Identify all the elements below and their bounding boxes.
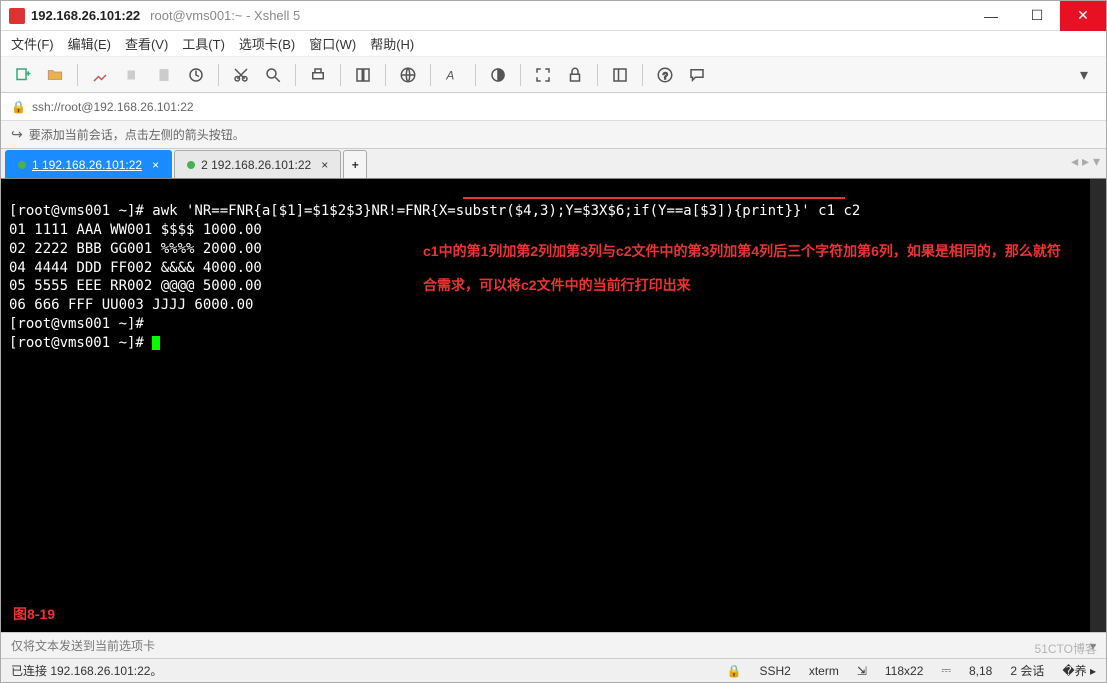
paste-icon[interactable] xyxy=(150,61,178,89)
status-dot-icon xyxy=(18,161,26,169)
terminal-line: 05 5555 EEE RR002 @@@@ 5000.00 xyxy=(9,278,262,294)
terminal-line: 06 666 FFF UU003 JJJJ 6000.00 xyxy=(9,297,253,313)
toolbar-overflow-icon[interactable]: ▾ xyxy=(1070,61,1098,89)
window-controls: — ☐ ✕ xyxy=(968,1,1106,31)
tab-nav-arrows[interactable]: ◂ ▸ ▾ xyxy=(1071,153,1100,170)
lock-small-icon: 🔒 xyxy=(11,100,26,114)
svg-text:A: A xyxy=(445,68,454,82)
tab-close-icon[interactable]: × xyxy=(321,158,328,172)
cut-icon[interactable] xyxy=(227,61,255,89)
help-icon[interactable]: ? xyxy=(651,61,679,89)
menu-bar: 文件(F) 编辑(E) 查看(V) 工具(T) 选项卡(B) 窗口(W) 帮助(… xyxy=(1,31,1106,57)
minimize-button[interactable]: — xyxy=(968,1,1014,31)
fullscreen-icon[interactable] xyxy=(529,61,557,89)
send-bar[interactable]: 仅将文本发送到当前选项卡 ▾ xyxy=(1,632,1106,658)
window-title-sub: root@vms001:~ - Xshell 5 xyxy=(150,8,300,23)
tab-add-button[interactable]: + xyxy=(343,150,367,178)
watermark: 51CTO博客 xyxy=(1035,640,1097,657)
new-session-icon[interactable] xyxy=(9,61,37,89)
terminal[interactable]: [root@vms001 ~]# awk 'NR==FNR{a[$1]=$1$2… xyxy=(1,179,1106,632)
terminal-line: 04 4444 DDD FF002 &&&& 4000.00 xyxy=(9,260,262,276)
status-more-icon[interactable]: �养 ▸ xyxy=(1062,662,1096,679)
status-pos-icon: ⎓ xyxy=(941,663,951,678)
toolbar: A ? ▾ xyxy=(1,57,1106,93)
hint-bar: ↪ 要添加当前会话，点击左侧的箭头按钮。 xyxy=(1,121,1106,149)
send-bar-text: 仅将文本发送到当前选项卡 xyxy=(11,637,155,654)
terminal-line: 02 2222 BBB GG001 %%%% 2000.00 xyxy=(9,241,262,257)
address-bar: 🔒 ssh://root@192.168.26.101:22 xyxy=(1,93,1106,121)
status-sessions: 2 会话 xyxy=(1010,662,1044,679)
terminal-scrollbar[interactable] xyxy=(1090,179,1106,632)
tab-bar: 1 192.168.26.101:22 × 2 192.168.26.101:2… xyxy=(1,149,1106,179)
window-title-main: 192.168.26.101:22 xyxy=(31,8,140,23)
annotation-text: c1中的第1列加第2列加第3列与c2文件中的第3列加第4列后三个字符加第6列，如… xyxy=(423,235,1073,302)
status-bar: 已连接 192.168.26.101:22。 🔒 SSH2 xterm ⇲ 11… xyxy=(1,658,1106,682)
status-lock-icon: 🔒 xyxy=(727,664,742,678)
open-folder-icon[interactable] xyxy=(41,61,69,89)
svg-text:?: ? xyxy=(663,70,668,80)
address-text[interactable]: ssh://root@192.168.26.101:22 xyxy=(32,100,194,114)
menu-tools[interactable]: 工具(T) xyxy=(182,34,225,53)
status-protocol: SSH2 xyxy=(759,664,790,678)
tab-label: 1 192.168.26.101:22 xyxy=(32,158,142,172)
title-bar: 192.168.26.101:22 root@vms001:~ - Xshell… xyxy=(1,1,1106,31)
copy-icon[interactable] xyxy=(118,61,146,89)
layout-icon[interactable] xyxy=(349,61,377,89)
status-dot-icon xyxy=(187,161,195,169)
terminal-line: [root@vms001 ~]# awk 'NR==FNR{a[$1]=$1$2… xyxy=(9,203,860,219)
status-size: 118x22 xyxy=(885,664,923,678)
session-tab-1[interactable]: 1 192.168.26.101:22 × xyxy=(5,150,172,178)
properties-icon[interactable] xyxy=(86,61,114,89)
tab-close-icon[interactable]: × xyxy=(152,158,159,172)
status-term-type: xterm xyxy=(809,664,839,678)
menu-view[interactable]: 查看(V) xyxy=(125,34,168,53)
app-window: 192.168.26.101:22 root@vms001:~ - Xshell… xyxy=(0,0,1107,683)
font-icon[interactable]: A xyxy=(439,61,467,89)
menu-tabs[interactable]: 选项卡(B) xyxy=(239,34,295,53)
tab-label: 2 192.168.26.101:22 xyxy=(201,158,311,172)
sidebar-icon[interactable] xyxy=(606,61,634,89)
status-size-icon: ⇲ xyxy=(857,664,867,678)
hint-text: 要添加当前会话，点击左侧的箭头按钮。 xyxy=(29,126,245,143)
cursor xyxy=(152,336,160,350)
status-cursor-pos: 8,18 xyxy=(969,664,992,678)
annotation-underline xyxy=(463,197,845,199)
menu-window[interactable]: 窗口(W) xyxy=(309,34,356,53)
print-icon[interactable] xyxy=(304,61,332,89)
terminal-line: 01 1111 AAA WW001 $$$$ 1000.00 xyxy=(9,222,262,238)
terminal-line: [root@vms001 ~]# xyxy=(9,335,152,351)
reconnect-icon[interactable] xyxy=(182,61,210,89)
lock-icon[interactable] xyxy=(561,61,589,89)
app-icon xyxy=(9,8,25,24)
session-tab-2[interactable]: 2 192.168.26.101:22 × xyxy=(174,150,341,178)
add-session-arrow-icon[interactable]: ↪ xyxy=(11,126,23,143)
status-connection: 已连接 192.168.26.101:22。 xyxy=(11,662,162,679)
close-button[interactable]: ✕ xyxy=(1060,1,1106,31)
menu-help[interactable]: 帮助(H) xyxy=(370,34,414,53)
maximize-button[interactable]: ☐ xyxy=(1014,1,1060,31)
terminal-line: [root@vms001 ~]# xyxy=(9,316,144,332)
chat-icon[interactable] xyxy=(683,61,711,89)
globe-icon[interactable] xyxy=(394,61,422,89)
menu-file[interactable]: 文件(F) xyxy=(11,34,54,53)
color-scheme-icon[interactable] xyxy=(484,61,512,89)
figure-label: 图8-19 xyxy=(13,605,55,624)
find-icon[interactable] xyxy=(259,61,287,89)
menu-edit[interactable]: 编辑(E) xyxy=(68,34,111,53)
